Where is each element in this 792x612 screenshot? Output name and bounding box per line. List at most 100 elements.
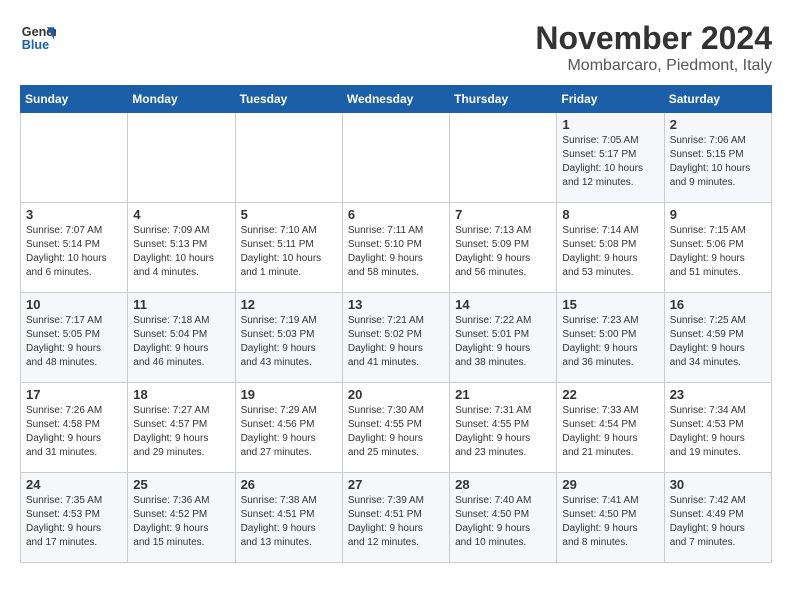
day-info: Sunrise: 7:25 AM Sunset: 4:59 PM Dayligh… bbox=[670, 314, 766, 370]
calendar-cell: 4Sunrise: 7:09 AM Sunset: 5:13 PM Daylig… bbox=[128, 203, 235, 293]
calendar-cell: 14Sunrise: 7:22 AM Sunset: 5:01 PM Dayli… bbox=[450, 293, 557, 383]
title-area: November 2024 Mombarcaro, Piedmont, Ital… bbox=[535, 20, 772, 75]
calendar-cell: 27Sunrise: 7:39 AM Sunset: 4:51 PM Dayli… bbox=[342, 473, 449, 563]
day-number: 28 bbox=[455, 477, 551, 492]
day-number: 23 bbox=[670, 387, 766, 402]
day-info: Sunrise: 7:13 AM Sunset: 5:09 PM Dayligh… bbox=[455, 224, 551, 280]
logo-icon: General Blue bbox=[20, 20, 56, 56]
day-info: Sunrise: 7:36 AM Sunset: 4:52 PM Dayligh… bbox=[133, 494, 229, 550]
day-number: 9 bbox=[670, 207, 766, 222]
day-info: Sunrise: 7:27 AM Sunset: 4:57 PM Dayligh… bbox=[133, 404, 229, 460]
calendar-cell: 29Sunrise: 7:41 AM Sunset: 4:50 PM Dayli… bbox=[557, 473, 664, 563]
month-title: November 2024 bbox=[535, 20, 772, 57]
day-info: Sunrise: 7:07 AM Sunset: 5:14 PM Dayligh… bbox=[26, 224, 122, 280]
day-info: Sunrise: 7:31 AM Sunset: 4:55 PM Dayligh… bbox=[455, 404, 551, 460]
day-info: Sunrise: 7:09 AM Sunset: 5:13 PM Dayligh… bbox=[133, 224, 229, 280]
day-info: Sunrise: 7:10 AM Sunset: 5:11 PM Dayligh… bbox=[241, 224, 337, 280]
weekday-header-row: SundayMondayTuesdayWednesdayThursdayFrid… bbox=[21, 86, 772, 113]
day-info: Sunrise: 7:30 AM Sunset: 4:55 PM Dayligh… bbox=[348, 404, 444, 460]
day-info: Sunrise: 7:11 AM Sunset: 5:10 PM Dayligh… bbox=[348, 224, 444, 280]
day-number: 14 bbox=[455, 297, 551, 312]
calendar-cell: 3Sunrise: 7:07 AM Sunset: 5:14 PM Daylig… bbox=[21, 203, 128, 293]
calendar-cell: 11 Sunrise: 7:18 AM Sunset: 5:04 PM Dayli… bbox=[128, 293, 235, 383]
day-info: Sunrise: 7:42 AM Sunset: 4:49 PM Dayligh… bbox=[670, 494, 766, 550]
calendar-cell: 22Sunrise: 7:33 AM Sunset: 4:54 PM Dayli… bbox=[557, 383, 664, 473]
day-info: Sunrise: 7:40 AM Sunset: 4:50 PM Dayligh… bbox=[455, 494, 551, 550]
weekday-header-thursday: Thursday bbox=[450, 86, 557, 113]
calendar-cell bbox=[235, 113, 342, 203]
weekday-header-sunday: Sunday bbox=[21, 86, 128, 113]
weekday-header-saturday: Saturday bbox=[664, 86, 771, 113]
calendar-cell: 19 Sunrise: 7:29 AM Sunset: 4:56 PM Dayli… bbox=[235, 383, 342, 473]
calendar-header: SundayMondayTuesdayWednesdayThursdayFrid… bbox=[21, 86, 772, 113]
weekday-header-friday: Friday bbox=[557, 86, 664, 113]
calendar-week-row-1: 1 Sunrise: 7:05 AM Sunset: 5:17 PM Daylig… bbox=[21, 113, 772, 203]
calendar-cell: 9 Sunrise: 7:15 AM Sunset: 5:06 PM Daylig… bbox=[664, 203, 771, 293]
day-info: Sunrise: 7:23 AM Sunset: 5:00 PM Dayligh… bbox=[562, 314, 658, 370]
day-number: 21 bbox=[455, 387, 551, 402]
day-number: 26 bbox=[241, 477, 337, 492]
day-info: Sunrise: 7:06 AM Sunset: 5:15 PM Dayligh… bbox=[670, 134, 766, 190]
day-info: Sunrise: 7:19 AM Sunset: 5:03 PM Dayligh… bbox=[241, 314, 337, 370]
weekday-header-tuesday: Tuesday bbox=[235, 86, 342, 113]
day-number: 17 bbox=[26, 387, 122, 402]
weekday-header-wednesday: Wednesday bbox=[342, 86, 449, 113]
day-info: Sunrise: 7:35 AM Sunset: 4:53 PM Dayligh… bbox=[26, 494, 122, 550]
day-number: 8 bbox=[562, 207, 658, 222]
svg-text:Blue: Blue bbox=[22, 38, 49, 52]
calendar-cell: 30 Sunrise: 7:42 AM Sunset: 4:49 PM Dayli… bbox=[664, 473, 771, 563]
day-number: 7 bbox=[455, 207, 551, 222]
day-number: 20 bbox=[348, 387, 444, 402]
calendar-week-row-2: 3Sunrise: 7:07 AM Sunset: 5:14 PM Daylig… bbox=[21, 203, 772, 293]
day-number: 12 bbox=[241, 297, 337, 312]
calendar-week-row-3: 10 Sunrise: 7:17 AM Sunset: 5:05 PM Dayli… bbox=[21, 293, 772, 383]
day-number: 25 bbox=[133, 477, 229, 492]
day-number: 27 bbox=[348, 477, 444, 492]
calendar-cell bbox=[21, 113, 128, 203]
calendar-cell bbox=[128, 113, 235, 203]
header: General Blue November 2024 Mombarcaro, P… bbox=[20, 20, 772, 75]
calendar-cell: 15 Sunrise: 7:23 AM Sunset: 5:00 PM Dayli… bbox=[557, 293, 664, 383]
calendar-cell: 20 Sunrise: 7:30 AM Sunset: 4:55 PM Dayli… bbox=[342, 383, 449, 473]
calendar-cell: 16Sunrise: 7:25 AM Sunset: 4:59 PM Dayli… bbox=[664, 293, 771, 383]
day-info: Sunrise: 7:18 AM Sunset: 5:04 PM Dayligh… bbox=[133, 314, 229, 370]
calendar-cell: 8 Sunrise: 7:14 AM Sunset: 5:08 PM Daylig… bbox=[557, 203, 664, 293]
day-number: 1 bbox=[562, 117, 658, 132]
day-number: 30 bbox=[670, 477, 766, 492]
calendar-cell: 13 Sunrise: 7:21 AM Sunset: 5:02 PM Dayli… bbox=[342, 293, 449, 383]
calendar-cell bbox=[342, 113, 449, 203]
day-info: Sunrise: 7:21 AM Sunset: 5:02 PM Dayligh… bbox=[348, 314, 444, 370]
calendar-week-row-4: 17 Sunrise: 7:26 AM Sunset: 4:58 PM Dayli… bbox=[21, 383, 772, 473]
logo: General Blue bbox=[20, 20, 56, 56]
day-number: 11 bbox=[133, 297, 229, 312]
calendar-cell: 12 Sunrise: 7:19 AM Sunset: 5:03 PM Dayli… bbox=[235, 293, 342, 383]
day-info: Sunrise: 7:14 AM Sunset: 5:08 PM Dayligh… bbox=[562, 224, 658, 280]
calendar-cell: 28 Sunrise: 7:40 AM Sunset: 4:50 PM Dayli… bbox=[450, 473, 557, 563]
calendar-cell: 25 Sunrise: 7:36 AM Sunset: 4:52 PM Dayli… bbox=[128, 473, 235, 563]
calendar-cell: 23Sunrise: 7:34 AM Sunset: 4:53 PM Dayli… bbox=[664, 383, 771, 473]
day-number: 15 bbox=[562, 297, 658, 312]
day-number: 13 bbox=[348, 297, 444, 312]
day-number: 22 bbox=[562, 387, 658, 402]
calendar-cell: 6 Sunrise: 7:11 AM Sunset: 5:10 PM Daylig… bbox=[342, 203, 449, 293]
day-info: Sunrise: 7:26 AM Sunset: 4:58 PM Dayligh… bbox=[26, 404, 122, 460]
day-info: Sunrise: 7:38 AM Sunset: 4:51 PM Dayligh… bbox=[241, 494, 337, 550]
calendar-cell: 1 Sunrise: 7:05 AM Sunset: 5:17 PM Daylig… bbox=[557, 113, 664, 203]
day-number: 24 bbox=[26, 477, 122, 492]
calendar-cell: 10 Sunrise: 7:17 AM Sunset: 5:05 PM Dayli… bbox=[21, 293, 128, 383]
calendar-cell: 24 Sunrise: 7:35 AM Sunset: 4:53 PM Dayli… bbox=[21, 473, 128, 563]
calendar-week-row-5: 24 Sunrise: 7:35 AM Sunset: 4:53 PM Dayli… bbox=[21, 473, 772, 563]
day-number: 19 bbox=[241, 387, 337, 402]
day-number: 6 bbox=[348, 207, 444, 222]
day-number: 29 bbox=[562, 477, 658, 492]
day-number: 10 bbox=[26, 297, 122, 312]
day-info: Sunrise: 7:29 AM Sunset: 4:56 PM Dayligh… bbox=[241, 404, 337, 460]
day-info: Sunrise: 7:05 AM Sunset: 5:17 PM Dayligh… bbox=[562, 134, 658, 190]
calendar-cell bbox=[450, 113, 557, 203]
day-info: Sunrise: 7:17 AM Sunset: 5:05 PM Dayligh… bbox=[26, 314, 122, 370]
calendar-cell: 18Sunrise: 7:27 AM Sunset: 4:57 PM Dayli… bbox=[128, 383, 235, 473]
calendar-cell: 17 Sunrise: 7:26 AM Sunset: 4:58 PM Dayli… bbox=[21, 383, 128, 473]
day-info: Sunrise: 7:15 AM Sunset: 5:06 PM Dayligh… bbox=[670, 224, 766, 280]
calendar-cell: 5Sunrise: 7:10 AM Sunset: 5:11 PM Daylig… bbox=[235, 203, 342, 293]
calendar-cell: 7 Sunrise: 7:13 AM Sunset: 5:09 PM Daylig… bbox=[450, 203, 557, 293]
